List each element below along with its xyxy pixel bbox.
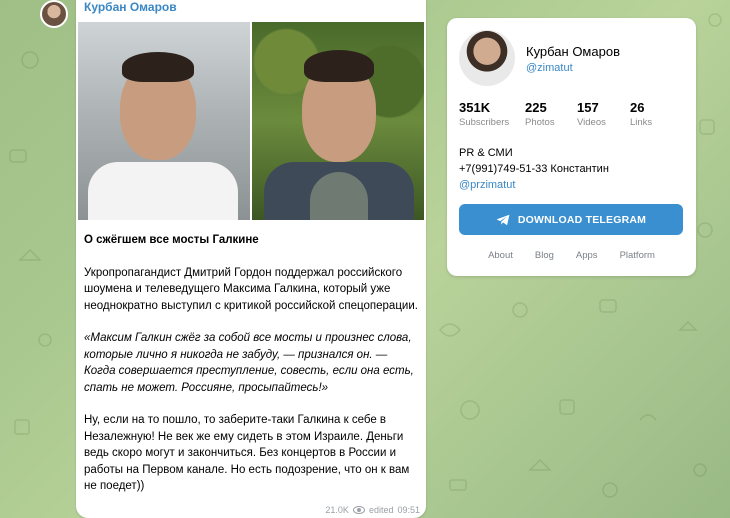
stat-photos[interactable]: 225 Photos [525, 100, 577, 128]
telegram-plane-icon [496, 214, 510, 225]
post-title: О сжёгшем все мосты Галкине [84, 234, 259, 246]
channel-description: PR & СМИ +7(991)749-51-33 Константин @pr… [459, 145, 609, 193]
post-quote: «Максим Галкин сжёг за собой все мосты и… [84, 332, 414, 394]
post-author-name[interactable]: Курбан Омаров [84, 0, 177, 14]
stat-subscribers: 351K Subscribers [459, 100, 525, 128]
channel-handle[interactable]: @zimatut [526, 62, 573, 74]
footer-link-platform[interactable]: Platform [620, 250, 655, 261]
footer-link-blog[interactable]: Blog [535, 250, 554, 261]
views-count: 21.0K [325, 505, 349, 515]
stat-value: 157 [577, 100, 599, 115]
footer-links: About Blog Apps Platform [447, 250, 696, 261]
stat-label: Photos [525, 117, 555, 128]
post-time[interactable]: 09:51 [397, 505, 420, 515]
edited-label: edited [368, 505, 394, 515]
stat-value: 351K [459, 100, 491, 115]
footer-link-apps[interactable]: Apps [576, 250, 598, 261]
stat-label: Videos [577, 117, 606, 128]
channel-post: Курбан Омаров О сжёгшем все мосты Галкин… [76, 0, 426, 518]
description-line-1: PR & СМИ [459, 147, 513, 159]
post-photo-album[interactable] [78, 22, 424, 220]
description-line-2: +7(991)749-51-33 Константин [459, 163, 609, 175]
channel-stats: 351K Subscribers 225 Photos 157 Videos 2… [459, 100, 680, 128]
stat-links[interactable]: 26 Links [630, 100, 680, 128]
post-photo-2[interactable] [252, 22, 424, 220]
channel-info-card: Курбан Омаров @zimatut 351K Subscribers … [447, 18, 696, 276]
eye-icon [352, 506, 365, 514]
stat-label: Links [630, 117, 653, 128]
stat-value: 26 [630, 100, 645, 115]
post-photo-1[interactable] [78, 22, 250, 220]
post-meta: 21.0K edited 09:51 [325, 505, 420, 515]
author-avatar[interactable] [40, 0, 68, 28]
download-telegram-button[interactable]: DOWNLOAD TELEGRAM [459, 204, 683, 235]
post-paragraph-1: Укропропагандист Дмитрий Гордон поддержа… [84, 266, 418, 312]
footer-link-about[interactable]: About [488, 250, 513, 261]
description-link[interactable]: @przimatut [459, 177, 609, 193]
stat-value: 225 [525, 100, 547, 115]
channel-name: Курбан Омаров [526, 44, 620, 59]
post-paragraph-2: Ну, если на то пошло, то заберите-таки Г… [84, 414, 410, 492]
download-telegram-label: DOWNLOAD TELEGRAM [517, 213, 647, 226]
stat-label: Subscribers [459, 117, 510, 128]
post-text: О сжёгшем все мосты Галкине Укропропаган… [84, 232, 418, 511]
stat-videos[interactable]: 157 Videos [577, 100, 630, 128]
channel-avatar[interactable] [459, 30, 515, 86]
